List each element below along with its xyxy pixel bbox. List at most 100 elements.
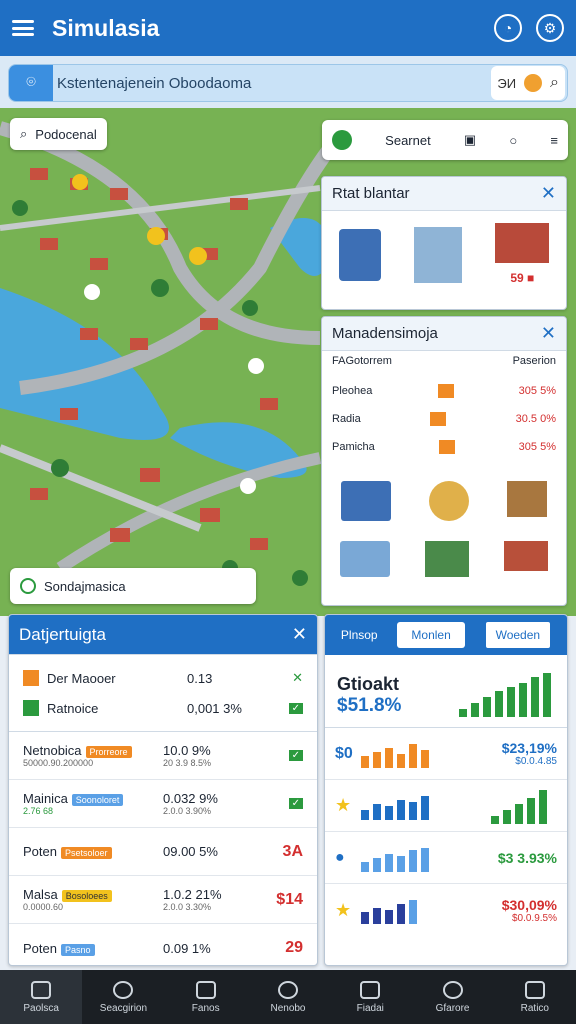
row-tag: Pasno: [60, 943, 95, 956]
stock-row-bars: [361, 900, 417, 924]
settings-icon[interactable]: ⚙: [536, 14, 564, 42]
orange-tag-icon: [430, 412, 447, 426]
dollar-icon: $0: [335, 744, 353, 762]
grid-icon: [360, 980, 381, 999]
manage-row[interactable]: Pamicha 305 5%: [332, 433, 556, 461]
orange-tag-icon: [437, 384, 454, 398]
menu-icon[interactable]: [12, 20, 34, 36]
tab-monlen[interactable]: Monlen: [397, 622, 465, 648]
row-tag: Bosoloees: [61, 890, 112, 902]
data-summary: Der Maooer 0.13 ✕ Ratnoice 0,001 3% ✓: [9, 655, 317, 732]
row-sub-value: 20 3.9 8.5%: [163, 758, 212, 768]
manage-col-right: Paserion: [512, 355, 556, 367]
row-tag: Psetsoloer: [60, 847, 112, 859]
image-icon[interactable]: ▣: [464, 132, 476, 148]
stock-row[interactable]: $0 $23,19% $0.0.4.85: [325, 728, 567, 780]
summary-label: Der Maooer: [47, 670, 116, 686]
stock-row-sub: $0.0.4.85: [515, 756, 557, 767]
green-square-icon: [23, 700, 39, 716]
search-input[interactable]: Kstentenajenein Oboodaoma: [53, 75, 491, 92]
factory-icon[interactable]: [424, 541, 469, 577]
table-row[interactable]: Poten Psetsoloer 09.00 5% 3А: [9, 828, 317, 876]
office-icon: [413, 227, 462, 283]
stock-row-bars: [361, 795, 429, 820]
nav-nenobo[interactable]: Nenobo: [247, 970, 329, 1024]
manage-rows: Pleohea 305 5% Radia 30.5 0% Pamicha 305…: [322, 367, 566, 461]
search-bar: ⌾ Kstentenajenein Oboodaoma ЭИ ⌕: [0, 56, 576, 108]
orange-tag-icon: [438, 440, 455, 454]
stock-row-value: $3 3.93%: [497, 849, 557, 866]
stock-row-bars: [361, 743, 429, 768]
search-icon: [113, 980, 134, 999]
stat-panel: Rtat blantar ✕ 59 ■: [321, 176, 567, 310]
bottom-nav: Paolsca Seacgirion Fanos Nenobo Fiadai G…: [0, 970, 576, 1024]
bottom-label-pill[interactable]: Sondajmasica: [10, 568, 256, 604]
nav-fanos[interactable]: Fanos: [165, 970, 247, 1024]
close-icon[interactable]: ✕: [541, 183, 556, 204]
table-row[interactable]: Malsa Bosoloees 0.0000.60 1.0.2 21% 2.0.0 3…: [9, 876, 317, 924]
map-bottom-label: Sondajmasica: [44, 578, 126, 594]
nav-label: Seacgirion: [99, 1002, 148, 1014]
house-icon: [495, 223, 550, 263]
row-value: 0.09 1%: [163, 940, 211, 956]
row-sub-value: 2.0.0 3.30%: [163, 902, 212, 912]
location-icon[interactable]: ⌾: [9, 65, 53, 101]
orange-square-icon: [23, 670, 39, 686]
row-value: 09.00 5%: [163, 844, 218, 859]
dome-icon[interactable]: [429, 481, 469, 521]
nav-search[interactable]: Seacgirion: [82, 970, 164, 1024]
tab-woeden[interactable]: Woeden: [484, 621, 552, 649]
nav-gfarore[interactable]: Gfarore: [411, 970, 493, 1024]
stock-row-sub: $0.0.9.5%: [511, 912, 557, 924]
manage-row[interactable]: Radia 30.5 0%: [332, 405, 556, 433]
manage-row[interactable]: Pleohea 305 5%: [332, 377, 556, 405]
summary-label: Ratnoice: [47, 700, 99, 716]
data-panel-title: Datjertuigta: [19, 624, 106, 644]
row-sub: 2.76 68: [23, 806, 54, 816]
stall-icon[interactable]: [339, 541, 390, 577]
menu-lines-icon[interactable]: ≡: [550, 133, 558, 148]
data-panel: Datjertuigta ✕ Der Maooer 0.13 ✕ Ratnoice…: [8, 614, 318, 966]
table-row[interactable]: Netnobica Prorreore 50000.90.200000 10.0 9…: [9, 732, 317, 780]
row-sub: 0.0000.60: [23, 902, 64, 912]
toolbar-label: Searnet: [385, 132, 431, 148]
stock-summary: Gtioakt $51.8%: [325, 655, 567, 728]
row-name: Netnobica: [23, 743, 82, 758]
close-icon[interactable]: ✕: [292, 624, 307, 645]
location-pill[interactable]: ⌕ Podocenal: [10, 118, 107, 150]
nav-label: Paolsca: [23, 1002, 59, 1014]
manage-icons: [322, 481, 566, 521]
stock-row-value: $23,19%: [501, 740, 557, 756]
close-icon[interactable]: ✕: [541, 323, 556, 344]
summary-row[interactable]: Ratnoice 0,001 3% ✓: [23, 693, 303, 723]
circle-icon[interactable]: ○: [509, 133, 517, 148]
shop-icon[interactable]: [341, 481, 391, 521]
profile-icon: [524, 980, 545, 999]
nav-label: Fanos: [191, 1002, 220, 1014]
check-icon[interactable]: [332, 130, 352, 150]
row-sub-value: 2.0.0 3.90%: [163, 806, 212, 816]
stock-row[interactable]: ★: [325, 780, 567, 832]
stock-row[interactable]: ★ $30,09% $0.0.9.5%: [325, 884, 567, 936]
avatar-icon[interactable]: [524, 74, 543, 92]
manage-row-label: Radia: [332, 413, 361, 425]
manage-row-label: Pamicha: [332, 441, 375, 453]
nav-home[interactable]: Paolsca: [0, 970, 83, 1024]
timer-icon[interactable]: ◔: [494, 14, 522, 42]
stock-row-bars: [361, 847, 429, 872]
search-icon[interactable]: ⌕: [550, 74, 559, 92]
row-sub: 50000.90.200000: [23, 758, 94, 768]
building-icon: [338, 229, 381, 281]
tab-plnsop[interactable]: Plnsop: [341, 628, 378, 642]
nav-ratico[interactable]: Ratico: [494, 970, 576, 1024]
barn-icon[interactable]: [504, 541, 549, 571]
table-row[interactable]: Poten Pasno 0.09 1% 29: [9, 924, 317, 965]
stock-row[interactable]: ● $3 3.93%: [325, 832, 567, 884]
manage-row-val1: 30.5: [515, 413, 538, 425]
summary-row[interactable]: Der Maooer 0.13 ✕: [23, 663, 303, 693]
nav-fiadai[interactable]: Fiadai: [329, 970, 411, 1024]
nav-label: Fiadai: [356, 1002, 384, 1014]
table-row[interactable]: Mainica Soonoloret 2.76 68 0.032 9% 2.0.0 3…: [9, 780, 317, 828]
manage-panel-title: Manadensimoja: [332, 325, 438, 342]
hut-icon[interactable]: [507, 481, 547, 517]
